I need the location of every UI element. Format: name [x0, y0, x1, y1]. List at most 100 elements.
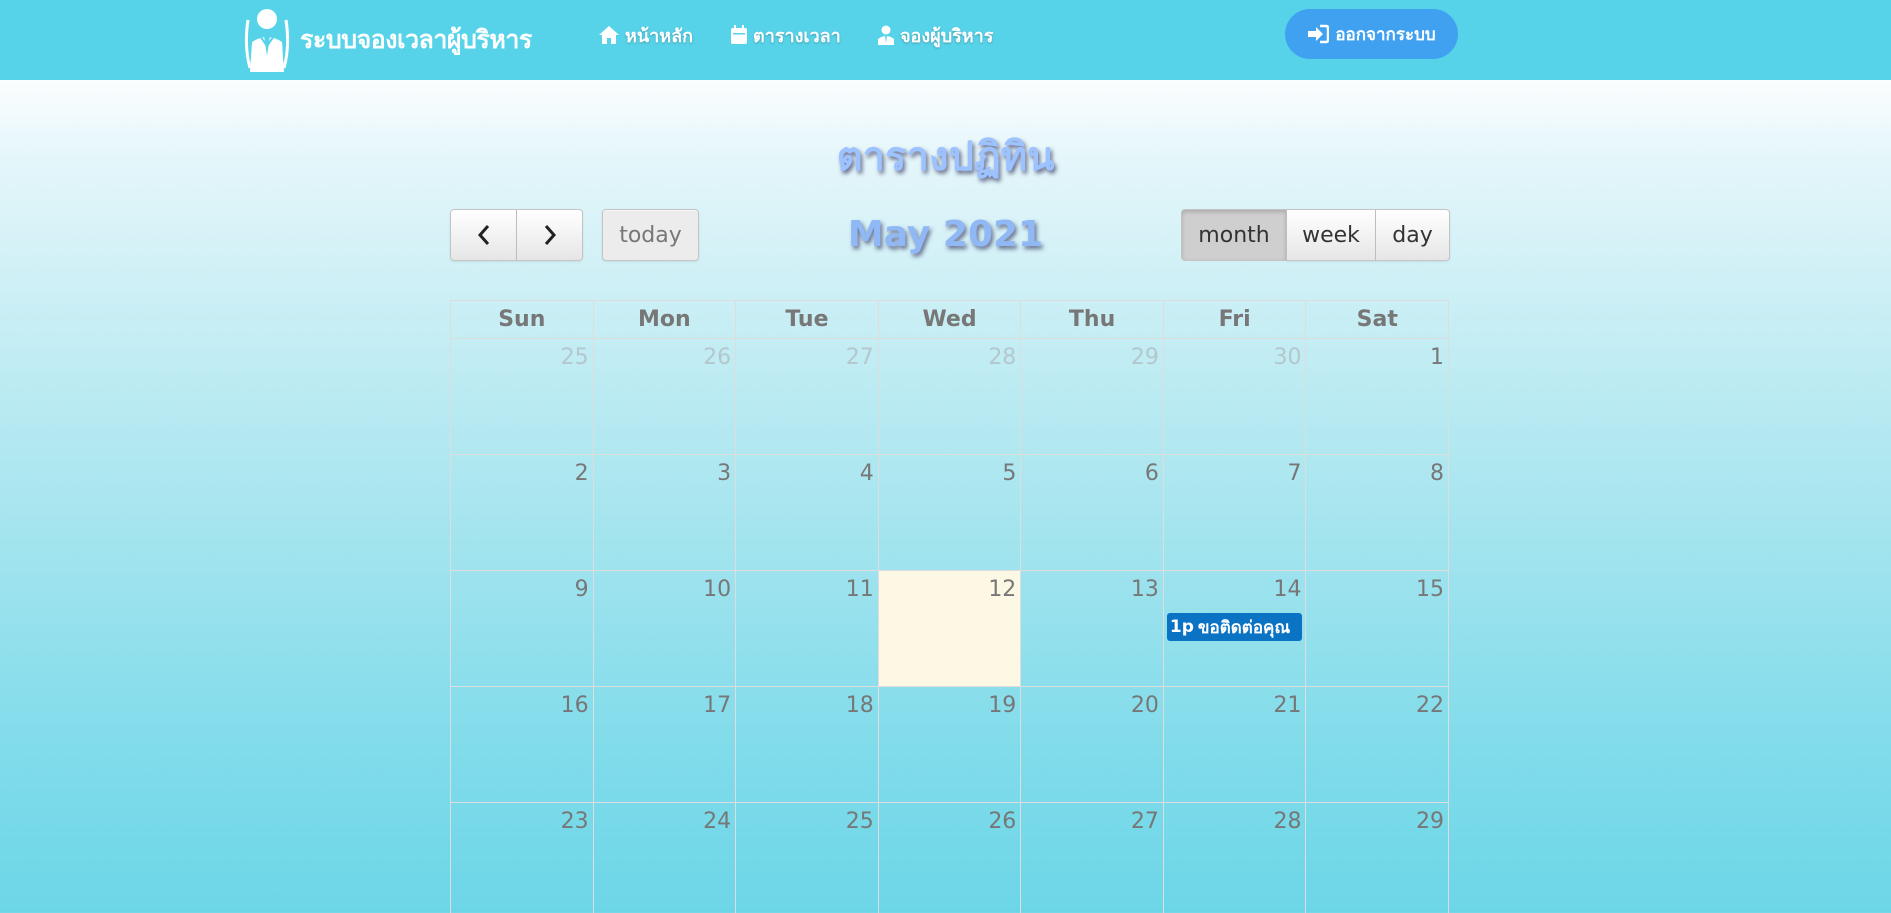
week-row: 16 17 18 19 20 21 22	[450, 686, 1449, 802]
day-cell[interactable]: 26	[594, 339, 737, 454]
calendar-title: May 2021	[847, 214, 1044, 255]
day-cell[interactable]: 15	[1306, 571, 1448, 686]
nav-book-executive-label: จองผู้บริหาร	[900, 25, 994, 47]
day-number: 24	[703, 809, 732, 834]
user-icon	[878, 25, 894, 45]
event-title: ขอติดต่อคุณ	[1197, 617, 1291, 638]
day-cell[interactable]: 14 1p ขอติดต่อคุณ	[1164, 571, 1307, 686]
day-cell[interactable]: 28	[879, 339, 1022, 454]
weekday-wed: Wed	[879, 301, 1022, 338]
day-number: 10	[703, 577, 732, 602]
day-cell[interactable]: 5	[879, 455, 1022, 570]
home-icon	[599, 26, 619, 44]
day-number: 12	[988, 577, 1017, 602]
day-number: 19	[988, 693, 1017, 718]
day-cell[interactable]: 11	[736, 571, 879, 686]
weekday-sun: Sun	[451, 301, 594, 338]
weekday-mon: Mon	[594, 301, 737, 338]
day-cell[interactable]: 3	[594, 455, 737, 570]
day-cell[interactable]: 25	[451, 339, 594, 454]
executive-logo-icon	[244, 9, 290, 72]
day-number: 4	[859, 461, 874, 486]
view-month-button[interactable]: month	[1181, 209, 1287, 261]
day-number: 29	[1130, 345, 1159, 370]
day-number: 7	[1287, 461, 1302, 486]
day-number: 22	[1416, 693, 1445, 718]
day-number: 28	[988, 345, 1017, 370]
logout-button[interactable]: ออกจากระบบ	[1285, 9, 1458, 59]
day-cell[interactable]: 25	[736, 803, 879, 913]
day-cell[interactable]: 22	[1306, 687, 1448, 802]
weeks-container: 25 26 27 28 29 30 1 2 3 4 5 6 7 8 9 10 11 12 13 14 1p ขอติดต่…	[450, 338, 1449, 913]
view-day-button[interactable]: day	[1376, 209, 1450, 261]
week-row: 2 3 4 5 6 7 8	[450, 454, 1449, 570]
logout-label: ออกจากระบบ	[1335, 24, 1436, 45]
day-number: 17	[703, 693, 732, 718]
day-cell[interactable]: 4	[736, 455, 879, 570]
week-row: 23 24 25 26 27 28 29	[450, 802, 1449, 913]
day-number: 6	[1144, 461, 1159, 486]
day-number: 27	[1130, 809, 1159, 834]
day-cell[interactable]: 10	[594, 571, 737, 686]
day-number: 18	[845, 693, 874, 718]
day-cell[interactable]: 6	[1021, 455, 1164, 570]
weekday-sat: Sat	[1356, 307, 1398, 332]
weekday-thu: Thu	[1021, 301, 1164, 338]
day-number: 5	[1002, 461, 1017, 486]
weekday-header: Sun Mon Tue Wed Thu Fri Sat	[450, 300, 1449, 338]
day-cell-today[interactable]: 12	[878, 571, 1022, 686]
day-cell[interactable]: 7	[1164, 455, 1307, 570]
day-cell[interactable]: 18	[736, 687, 879, 802]
brand[interactable]: ระบบจองเวลาผู้บริหาร	[240, 4, 532, 76]
page-title: ตารางปฏิทิน	[836, 134, 1055, 180]
event-time: 1p	[1169, 617, 1194, 637]
day-number: 29	[1416, 809, 1445, 834]
week-row: 9 10 11 12 13 14 1p ขอติดต่อคุณ 15	[450, 570, 1449, 686]
view-week-button[interactable]: week	[1287, 209, 1376, 261]
day-number: 14	[1273, 577, 1302, 602]
calendar-icon	[731, 25, 747, 44]
day-number: 30	[1273, 345, 1302, 370]
day-number: 25	[560, 345, 589, 370]
sign-in-icon	[1308, 24, 1330, 44]
day-number: 26	[703, 345, 732, 370]
day-cell[interactable]: 23	[451, 803, 594, 913]
day-cell[interactable]: 28	[1164, 803, 1307, 913]
day-cell[interactable]: 9	[451, 571, 594, 686]
day-number: 8	[1430, 461, 1445, 486]
weekday-fri: Fri	[1164, 301, 1307, 338]
day-cell[interactable]: 27	[1021, 803, 1164, 913]
day-number: 15	[1416, 577, 1445, 602]
day-cell[interactable]: 29	[1306, 803, 1448, 913]
day-cell[interactable]: 16	[451, 687, 594, 802]
navbar: ระบบจองเวลาผู้บริหาร หน้าหลัก ตารางเวลา …	[0, 0, 1891, 80]
day-number: 20	[1130, 693, 1159, 718]
day-cell[interactable]: 29	[1021, 339, 1164, 454]
day-number: 2	[574, 461, 589, 486]
day-cell[interactable]: 20	[1021, 687, 1164, 802]
weekday-tue: Tue	[736, 301, 879, 338]
nav-book-executive[interactable]: จองผู้บริหาร	[877, 22, 993, 48]
day-cell[interactable]: 27	[736, 339, 879, 454]
day-cell[interactable]: 13	[1021, 571, 1164, 686]
day-number: 16	[560, 693, 589, 718]
month-grid: Sun Mon Tue Wed Thu Fri Sat 25 26 27 28 29 30…	[450, 300, 1449, 913]
day-number: 28	[1273, 809, 1302, 834]
day-cell[interactable]: 2	[451, 455, 594, 570]
day-cell[interactable]: 30	[1164, 339, 1307, 454]
day-cell[interactable]: 8	[1306, 455, 1448, 570]
day-cell[interactable]: 26	[879, 803, 1022, 913]
day-cell[interactable]: 19	[879, 687, 1022, 802]
day-number: 23	[560, 809, 589, 834]
day-cell[interactable]: 21	[1164, 687, 1307, 802]
day-cell[interactable]: 1	[1306, 339, 1448, 454]
day-number: 21	[1273, 693, 1302, 718]
nav-home[interactable]: หน้าหลัก	[598, 22, 693, 48]
nav-schedule[interactable]: ตารางเวลา	[730, 22, 841, 48]
week-row: 25 26 27 28 29 30 1	[450, 338, 1449, 454]
day-number: 13	[1130, 577, 1159, 602]
day-cell[interactable]: 24	[594, 803, 737, 913]
nav-home-label: หน้าหลัก	[625, 25, 694, 47]
calendar-event[interactable]: 1p ขอติดต่อคุณ	[1166, 613, 1303, 641]
day-cell[interactable]: 17	[594, 687, 737, 802]
